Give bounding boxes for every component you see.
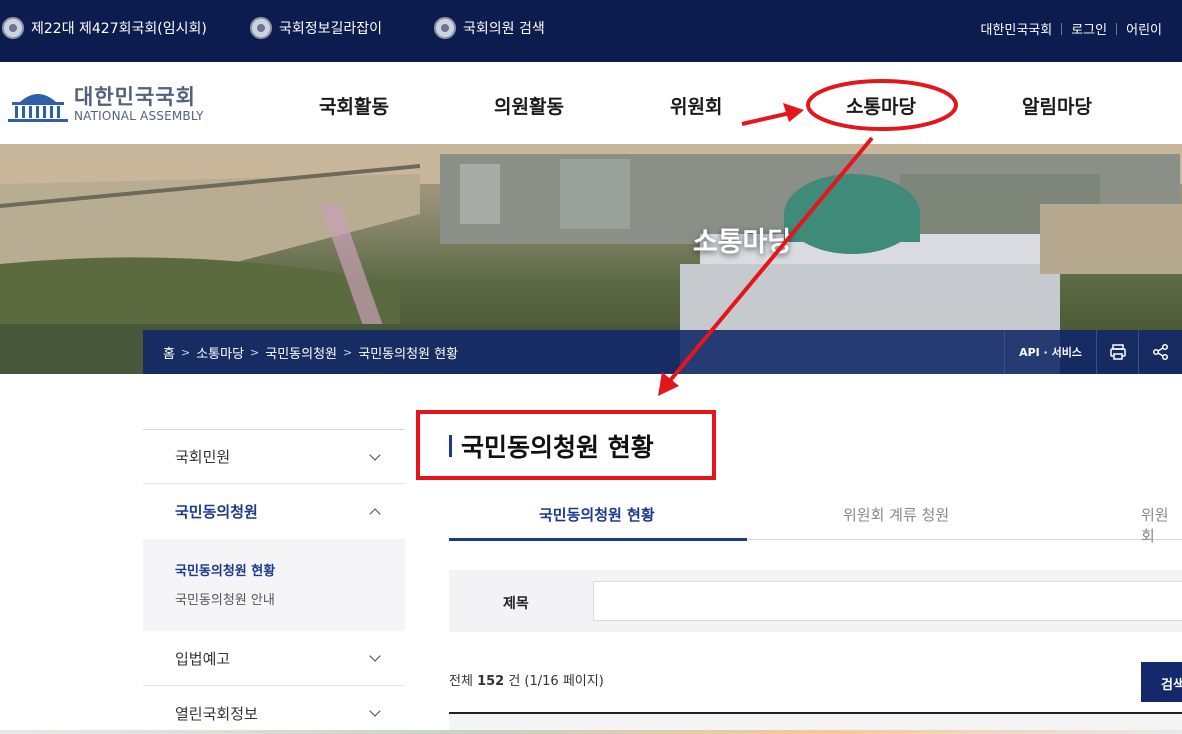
kids-link[interactable]: 어린이 xyxy=(1126,19,1162,38)
api-service-button[interactable]: API · 서비스 xyxy=(1004,330,1096,374)
assembly-seal-icon xyxy=(2,17,24,39)
logo[interactable]: 대한민국국회 NATIONAL ASSEMBLY xyxy=(2,84,204,124)
chevron-down-icon xyxy=(369,650,381,662)
tab-petition-status[interactable]: 국민동의청원 현황 xyxy=(539,504,655,525)
assembly-seal-icon xyxy=(250,17,272,39)
breadcrumb-current[interactable]: 국민동의청원 현황 xyxy=(358,343,458,362)
tab-committee-pending[interactable]: 위원회 계류 청원 xyxy=(843,504,949,525)
search-label: 제목 xyxy=(503,596,529,612)
divider xyxy=(1061,22,1063,35)
logo-korean: 대한민국국회 xyxy=(74,85,196,109)
active-tab-indicator xyxy=(449,538,747,541)
lnb-item-open-assembly[interactable]: 열린국회정보 xyxy=(143,686,405,734)
bottom-strip xyxy=(0,730,1182,734)
header: 대한민국국회 NATIONAL ASSEMBLY 국회활동 의원활동 위원회 소… xyxy=(0,62,1182,144)
search-button[interactable]: 검색 xyxy=(1141,662,1182,702)
top-utility-bar: 제22대 제427회국회(임시회) 국회정보길라잡이 국회의원 검색 대한민국국… xyxy=(0,0,1182,62)
breadcrumb-home[interactable]: 홈 xyxy=(163,343,175,362)
annotation-rectangle xyxy=(416,410,716,480)
count-value: 152 xyxy=(477,674,505,689)
member-search-label: 국회의원 검색 xyxy=(463,21,545,37)
assembly-seal-icon xyxy=(434,17,456,39)
print-icon xyxy=(1109,344,1126,360)
chevron-down-icon xyxy=(369,448,381,461)
gnb-member-activities[interactable]: 의원활동 xyxy=(494,92,564,119)
divider xyxy=(1116,22,1118,35)
gnb-communication[interactable]: 소통마당 xyxy=(846,92,916,119)
assembly-home-link[interactable]: 대한민국국회 xyxy=(980,19,1052,38)
lnb-item-civil-complaints[interactable]: 국회민원 xyxy=(143,429,405,484)
gnb-assembly-activities[interactable]: 국회활동 xyxy=(319,92,389,119)
guide-link[interactable]: 국회정보길라잡이 xyxy=(250,17,382,39)
visual-banner: 소통마당 홈 > 소통마당 > 국민동의청원 > 국민동의청원 현황 API ·… xyxy=(0,144,1182,374)
login-link[interactable]: 로그인 xyxy=(1071,19,1107,38)
breadcrumb-tools: API · 서비스 xyxy=(1004,330,1182,374)
left-menu: 국회민원 국민동의청원 국민동의청원 현황 국민동의청원 안내 입법예고 열린국… xyxy=(143,429,405,734)
chevron-right-icon: > xyxy=(250,346,260,359)
chevron-right-icon: > xyxy=(180,346,191,359)
lnb-item-petition[interactable]: 국민동의청원 xyxy=(143,484,405,539)
chevron-up-icon xyxy=(369,507,381,520)
breadcrumb-petition[interactable]: 국민동의청원 xyxy=(265,343,337,362)
count-prefix: 전체 xyxy=(449,674,473,689)
content-tabs: 국민동의청원 현황 위원회 계류 청원 위원회 xyxy=(449,490,1182,545)
count-suffix: 건 (1/16 페이지) xyxy=(508,674,604,689)
print-button[interactable] xyxy=(1096,330,1138,374)
visual-title: 소통마당 xyxy=(692,227,793,258)
top-links: 대한민국국회 로그인 어린이 xyxy=(980,19,1162,38)
breadcrumb: 홈 > 소통마당 > 국민동의청원 > 국민동의청원 현황 xyxy=(163,343,458,362)
tab-committee[interactable]: 위원회 xyxy=(1141,504,1182,546)
annotation-arrowhead xyxy=(658,372,679,396)
title-search-input[interactable] xyxy=(593,581,1182,621)
member-search-link[interactable]: 국회의원 검색 xyxy=(434,17,545,39)
session-label: 제22대 제427회국회(임시회) xyxy=(31,21,207,37)
national-assembly-logo-icon xyxy=(8,94,68,122)
search-box: 제목 xyxy=(449,570,1182,632)
lnb-sub-petition-guide[interactable]: 국민동의청원 안내 xyxy=(175,586,373,615)
guide-label: 국회정보길라잡이 xyxy=(279,21,383,37)
logo-english: NATIONAL ASSEMBLY xyxy=(74,109,204,123)
share-icon xyxy=(1152,343,1168,361)
gnb-committees[interactable]: 위원회 xyxy=(670,92,722,119)
gnb-notices[interactable]: 알림마당 xyxy=(1022,92,1092,119)
lnb-item-label: 국민동의청원 xyxy=(175,503,258,521)
lnb-item-legislation-notice[interactable]: 입법예고 xyxy=(143,631,405,686)
lnb-submenu: 국민동의청원 현황 국민동의청원 안내 xyxy=(143,539,405,631)
session-link[interactable]: 제22대 제427회국회(임시회) xyxy=(2,17,207,39)
breadcrumb-communication[interactable]: 소통마당 xyxy=(196,343,244,362)
breadcrumb-bar: 홈 > 소통마당 > 국민동의청원 > 국민동의청원 현황 API · 서비스 xyxy=(143,330,1182,374)
lnb-item-label: 열린국회정보 xyxy=(175,704,258,723)
share-button[interactable] xyxy=(1138,330,1182,374)
chevron-right-icon: > xyxy=(343,346,353,359)
result-count: 전체 152 건 (1/16 페이지) xyxy=(449,670,604,689)
lnb-item-label: 입법예고 xyxy=(175,649,231,668)
lnb-item-label: 국회민원 xyxy=(175,448,231,466)
chevron-down-icon xyxy=(369,705,381,717)
lnb-sub-petition-status[interactable]: 국민동의청원 현황 xyxy=(175,557,373,586)
